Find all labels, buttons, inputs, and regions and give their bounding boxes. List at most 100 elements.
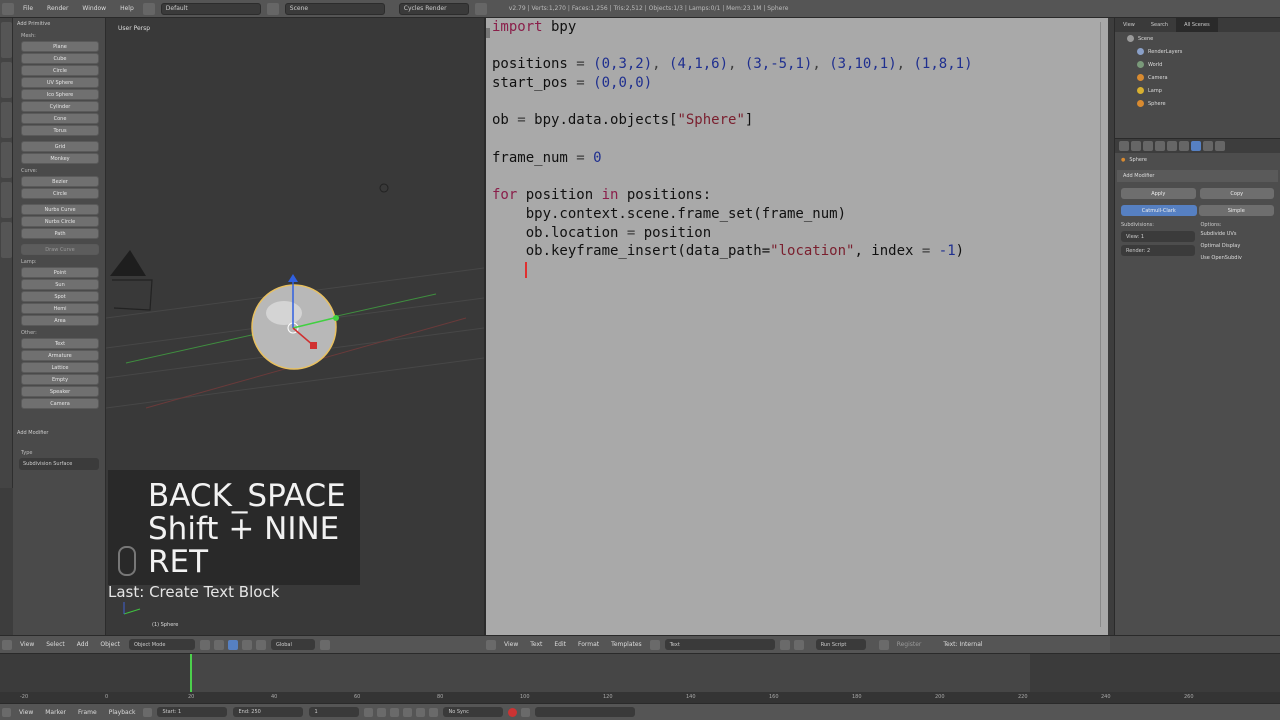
add-camera-button[interactable]: Camera xyxy=(21,398,99,409)
code-line[interactable]: for position in positions: xyxy=(492,186,973,205)
code-line[interactable] xyxy=(492,168,973,187)
menu-help[interactable]: Help xyxy=(113,5,141,12)
outliner-tab-all-scenes[interactable]: All Scenes xyxy=(1176,18,1218,32)
add-cylinder-button[interactable]: Cylinder xyxy=(21,101,99,112)
modifiers-tab-icon[interactable] xyxy=(1191,141,1201,151)
layout-icon[interactable] xyxy=(142,2,155,15)
add-text-button[interactable]: Text xyxy=(21,338,99,349)
register-checkbox[interactable] xyxy=(878,639,889,650)
translate-icon[interactable] xyxy=(241,639,252,650)
layers-icon[interactable] xyxy=(319,639,330,650)
outliner-item[interactable]: Sphere xyxy=(1115,97,1280,110)
apply-button[interactable]: Apply xyxy=(1121,188,1196,199)
outliner-item[interactable]: Scene xyxy=(1115,32,1280,45)
jump-end-icon[interactable] xyxy=(429,707,439,717)
outliner-item[interactable]: RenderLayers xyxy=(1115,45,1280,58)
menu-object[interactable]: Object xyxy=(94,641,126,648)
editor-type-icon[interactable] xyxy=(486,639,496,650)
tab-animation[interactable] xyxy=(1,142,12,178)
menu-view[interactable]: View xyxy=(498,641,524,648)
pivot-icon[interactable] xyxy=(213,639,224,650)
code-line[interactable]: positions = (0,3,2), (4,1,6), (3,-5,1), … xyxy=(492,55,973,74)
end-frame-field[interactable]: End: 250 xyxy=(233,707,304,717)
add-grid-button[interactable]: Grid xyxy=(21,141,99,152)
add-nurbs-circle-button[interactable]: Nurbs Circle xyxy=(21,216,99,227)
menu-view[interactable]: View xyxy=(13,709,39,716)
outliner-item[interactable]: World xyxy=(1115,58,1280,71)
add-monkey-button[interactable]: Monkey xyxy=(21,153,99,164)
code-line[interactable]: bpy.context.scene.frame_set(frame_num) xyxy=(492,205,973,224)
menu-marker[interactable]: Marker xyxy=(39,709,72,716)
use-opensubdiv-checkbox[interactable]: Use OpenSubdiv xyxy=(1201,255,1275,267)
tab-grease-pencil[interactable] xyxy=(1,222,12,258)
render-engine-selector[interactable]: Cycles Render xyxy=(398,2,469,15)
keying-set-field[interactable] xyxy=(535,707,636,717)
editor-type-icon[interactable] xyxy=(2,707,11,717)
menu-format[interactable]: Format xyxy=(572,641,605,648)
add-area-lamp-button[interactable]: Area xyxy=(21,315,99,326)
menu-edit[interactable]: Edit xyxy=(548,641,572,648)
preview-range-icon[interactable] xyxy=(143,707,153,717)
editor-type-icon[interactable] xyxy=(2,2,14,15)
add-uv-sphere-button[interactable]: UV Sphere xyxy=(21,77,99,88)
catmull-clark-button[interactable]: Catmull-Clark xyxy=(1121,205,1197,216)
add-torus-button[interactable]: Torus xyxy=(21,125,99,136)
new-text-icon[interactable] xyxy=(779,639,790,650)
add-empty-button[interactable]: Empty xyxy=(21,374,99,385)
draw-curve-button[interactable]: Draw Curve xyxy=(21,244,99,255)
menu-playback[interactable]: Playback xyxy=(103,709,142,716)
run-script-button[interactable]: Run Script xyxy=(815,639,866,650)
outliner-tab-view[interactable]: View xyxy=(1115,22,1143,28)
optimal-display-checkbox[interactable]: Optimal Display xyxy=(1201,243,1275,255)
start-frame-field[interactable]: Start: 1 xyxy=(157,707,228,717)
layers-tab-icon[interactable] xyxy=(1131,141,1141,151)
mode-selector[interactable]: Object Mode xyxy=(128,639,195,650)
manipulator-icon[interactable] xyxy=(227,639,238,650)
modifier-type-select[interactable]: Subdivision Surface xyxy=(19,458,99,470)
tab-create[interactable] xyxy=(1,62,12,98)
play-reverse-icon[interactable] xyxy=(390,707,400,717)
close-icon[interactable] xyxy=(793,639,804,650)
add-cube-button[interactable]: Cube xyxy=(21,53,99,64)
current-frame-field[interactable]: 1 xyxy=(309,707,360,717)
menu-file[interactable]: File xyxy=(16,5,40,12)
world-tab-icon[interactable] xyxy=(1155,141,1165,151)
layout-selector[interactable]: Default xyxy=(160,2,261,15)
code-line[interactable]: ob.keyframe_insert(data_path="location",… xyxy=(492,242,973,261)
add-path-button[interactable]: Path xyxy=(21,228,99,239)
sync-mode-selector[interactable]: No Sync xyxy=(443,707,504,717)
code-line[interactable]: frame_num = 0 xyxy=(492,149,973,168)
next-keyframe-icon[interactable] xyxy=(416,707,426,717)
menu-view[interactable]: View xyxy=(14,641,40,648)
menu-select[interactable]: Select xyxy=(40,641,71,648)
tab-relations[interactable] xyxy=(1,102,12,138)
add-bezier-button[interactable]: Bezier xyxy=(21,176,99,187)
add-plane-button[interactable]: Plane xyxy=(21,41,99,52)
code-area[interactable]: import bpy positions = (0,3,2), (4,1,6),… xyxy=(492,18,973,261)
data-tab-icon[interactable] xyxy=(1203,141,1213,151)
menu-render[interactable]: Render xyxy=(40,5,75,12)
material-tab-icon[interactable] xyxy=(1215,141,1225,151)
tab-tools[interactable] xyxy=(1,22,12,58)
copy-button[interactable]: Copy xyxy=(1199,188,1274,199)
auto-keying-icon[interactable] xyxy=(508,707,518,717)
simple-button[interactable]: Simple xyxy=(1198,205,1274,216)
jump-start-icon[interactable] xyxy=(364,707,374,717)
add-cone-button[interactable]: Cone xyxy=(21,113,99,124)
menu-window[interactable]: Window xyxy=(75,5,113,12)
object-tab-icon[interactable] xyxy=(1167,141,1177,151)
modifier-panel-header[interactable]: Add Modifier xyxy=(1117,170,1278,182)
add-spot-lamp-button[interactable]: Spot xyxy=(21,291,99,302)
code-line[interactable] xyxy=(492,93,973,112)
add-circle-button[interactable]: Circle xyxy=(21,65,99,76)
scene-tab-icon[interactable] xyxy=(1143,141,1153,151)
render-levels-field[interactable]: Render: 2 xyxy=(1121,245,1195,256)
editor-type-icon[interactable] xyxy=(2,639,12,650)
prev-keyframe-icon[interactable] xyxy=(377,707,387,717)
menu-templates[interactable]: Templates xyxy=(605,641,648,648)
render-tab-icon[interactable] xyxy=(1119,141,1129,151)
outliner-tab-search[interactable]: Search xyxy=(1143,22,1176,28)
code-line[interactable] xyxy=(492,130,973,149)
add-ico-sphere-button[interactable]: Ico Sphere xyxy=(21,89,99,100)
menu-text[interactable]: Text xyxy=(524,641,548,648)
